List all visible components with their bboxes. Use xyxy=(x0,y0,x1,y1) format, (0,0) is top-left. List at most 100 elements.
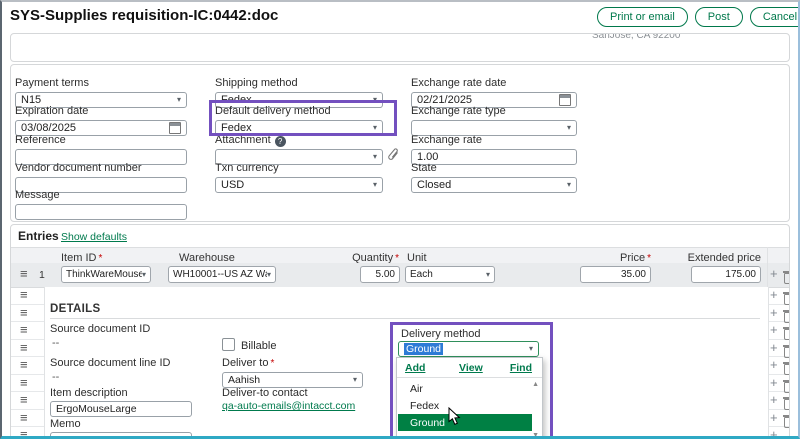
document-window: SYS-Supplies requisition-IC:0442:doc Pri… xyxy=(0,0,800,439)
delete-row-button[interactable] xyxy=(784,312,790,323)
exchange-rate-label: Exchange rate xyxy=(411,134,577,147)
chevron-down-icon: ▾ xyxy=(567,124,571,132)
chevron-down-icon: ▾ xyxy=(267,271,271,279)
form-card: Payment terms N15▾ Expiration date 03/08… xyxy=(10,64,790,222)
row-drag-handle[interactable]: ≡ xyxy=(20,359,28,371)
deliver-to-select[interactable]: Aahish▾ xyxy=(222,372,363,388)
help-icon[interactable]: ? xyxy=(275,136,286,147)
top-bar: SYS-Supplies requisition-IC:0442:doc Pri… xyxy=(2,2,798,32)
add-link[interactable]: Add xyxy=(405,362,425,374)
add-row-button[interactable]: + xyxy=(770,394,778,406)
vendor-document-number-label: Vendor document number xyxy=(15,162,187,175)
billable-checkbox[interactable] xyxy=(222,338,235,351)
quantity-input[interactable]: 5.00 xyxy=(360,266,400,283)
print-or-email-button[interactable]: Print or email xyxy=(597,7,688,27)
option-air[interactable]: Air xyxy=(398,380,532,397)
source-document-line-id-label: Source document line ID xyxy=(50,357,170,370)
show-defaults-link[interactable]: Show defaults xyxy=(61,231,127,243)
deliver-to-contact-label: Deliver-to contact xyxy=(222,387,308,400)
add-row-button[interactable]: + xyxy=(770,377,778,389)
memo-label: Memo xyxy=(50,418,81,431)
entries-heading: Entries xyxy=(18,229,59,243)
delete-row-button[interactable] xyxy=(784,382,790,393)
item-description-input[interactable]: ErgoMouseLarge xyxy=(50,401,192,417)
add-row-button[interactable]: + xyxy=(770,307,778,319)
chevron-down-icon: ▾ xyxy=(529,345,533,353)
exchange-rate-date-label: Exchange rate date xyxy=(411,77,577,90)
row-drag-handle[interactable]: ≡ xyxy=(20,377,28,389)
delete-row-button[interactable] xyxy=(784,329,790,340)
item-id-select[interactable]: ThinkWareMouse2.0--I▾ xyxy=(61,266,151,283)
paperclip-icon[interactable] xyxy=(388,148,400,167)
row-drag-handle[interactable]: ≡ xyxy=(20,412,28,424)
billable-label: Billable xyxy=(241,340,276,353)
delivery-method-label: Delivery method xyxy=(401,328,480,341)
row-drag-handle[interactable]: ≡ xyxy=(20,268,28,280)
warehouse-select[interactable]: WH10001--US AZ War▾ xyxy=(168,266,276,283)
details-divider xyxy=(50,318,760,319)
chevron-down-icon: ▾ xyxy=(373,153,377,161)
expiration-date-label: Expiration date xyxy=(15,105,187,118)
deliver-to-label: Deliver to* xyxy=(222,357,274,370)
add-row-button[interactable]: + xyxy=(770,289,778,301)
shipping-method-label: Shipping method xyxy=(215,77,383,90)
message-input[interactable] xyxy=(15,204,187,220)
dropdown-divider xyxy=(397,377,542,378)
add-row-button[interactable]: + xyxy=(770,342,778,354)
page-title: SYS-Supplies requisition-IC:0442:doc xyxy=(10,7,278,24)
find-link[interactable]: Find xyxy=(510,362,532,374)
chevron-down-icon: ▾ xyxy=(373,96,377,104)
state-select[interactable]: Closed▾ xyxy=(411,177,577,193)
option-ground[interactable]: Ground xyxy=(398,414,532,431)
delete-row-button[interactable] xyxy=(784,417,790,428)
chevron-down-icon: ▾ xyxy=(177,96,181,104)
row-drag-handle[interactable]: ≡ xyxy=(20,342,28,354)
delete-row-button[interactable] xyxy=(784,294,790,305)
delivery-method-combobox[interactable]: Ground ▾ xyxy=(398,341,539,357)
view-link[interactable]: View xyxy=(459,362,483,374)
address-card: SanJose, CA 92200 xyxy=(10,33,790,62)
delivery-method-dropdown: Add View Find Air Fedex Ground ▲ ▼ xyxy=(396,357,543,439)
exchange-rate-type-label: Exchange rate type xyxy=(411,105,577,118)
scroll-up-icon[interactable]: ▲ xyxy=(532,381,539,388)
deliver-to-contact-link[interactable]: qa-auto-emails@intacct.com xyxy=(222,400,355,412)
scroll-down-icon[interactable]: ▼ xyxy=(532,432,539,439)
memo-input[interactable] xyxy=(50,432,192,439)
add-row-button[interactable]: + xyxy=(770,429,778,439)
calendar-icon[interactable] xyxy=(169,122,181,134)
chevron-down-icon: ▾ xyxy=(353,376,357,384)
row-number: 1 xyxy=(39,269,45,281)
source-document-id-value: -- xyxy=(52,337,59,349)
details-heading: DETAILS xyxy=(50,303,100,315)
option-fedex[interactable]: Fedex xyxy=(398,397,532,414)
row-drag-handle[interactable]: ≡ xyxy=(20,324,28,336)
delete-row-button[interactable] xyxy=(784,399,790,410)
price-input[interactable]: 35.00 xyxy=(580,266,651,283)
txn-currency-select[interactable]: USD▾ xyxy=(215,177,383,193)
entries-card: Entries Show defaults Item ID* Warehouse… xyxy=(10,224,790,439)
delete-row-button[interactable] xyxy=(784,273,790,284)
add-row-button[interactable]: + xyxy=(770,324,778,336)
message-label: Message xyxy=(15,189,187,202)
chevron-down-icon: ▾ xyxy=(373,124,377,132)
row-drag-handle[interactable]: ≡ xyxy=(20,394,28,406)
mouse-cursor xyxy=(448,407,461,431)
delete-row-button[interactable] xyxy=(784,364,790,375)
chevron-down-icon: ▾ xyxy=(373,181,377,189)
selected-text: Ground xyxy=(404,343,443,355)
add-row-button[interactable]: + xyxy=(770,359,778,371)
extended-price-input[interactable]: 175.00 xyxy=(691,266,761,283)
row-drag-handle[interactable]: ≡ xyxy=(20,307,28,319)
add-row-button[interactable]: + xyxy=(770,268,778,280)
chevron-down-icon: ▾ xyxy=(142,271,146,279)
add-row-button[interactable]: + xyxy=(770,412,778,424)
post-button[interactable]: Post xyxy=(695,7,743,27)
attachment-label: Attachment? xyxy=(215,134,383,147)
delete-row-button[interactable] xyxy=(784,347,790,358)
unit-select[interactable]: Each▾ xyxy=(405,266,495,283)
cancel-button[interactable]: Cancel xyxy=(750,7,800,27)
row-drag-handle[interactable]: ≡ xyxy=(20,289,28,301)
row-drag-handle[interactable]: ≡ xyxy=(20,429,28,439)
source-document-line-id-value: -- xyxy=(52,371,59,383)
source-document-id-label: Source document ID xyxy=(50,323,150,336)
